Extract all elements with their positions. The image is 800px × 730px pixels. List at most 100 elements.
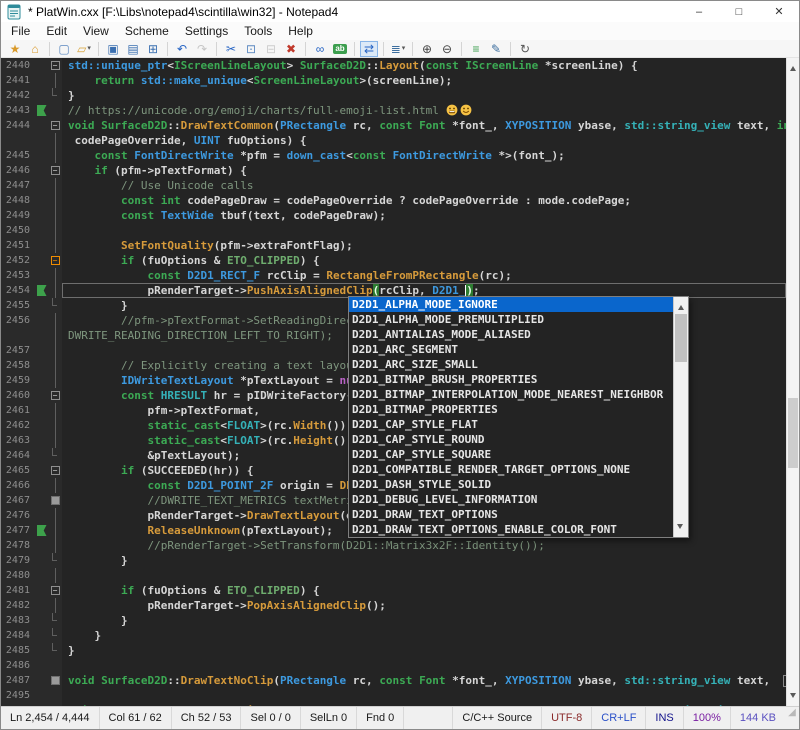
code-line[interactable]: 2485} xyxy=(1,643,786,658)
bookmark-margin[interactable] xyxy=(35,643,48,658)
code-text[interactable]: SetFontQuality(pfm->extraFontFlag); xyxy=(62,238,786,253)
bookmark-margin[interactable] xyxy=(35,313,48,328)
bookmark-menu-icon[interactable]: ≣▾ xyxy=(389,41,407,57)
code-text[interactable]: const FontDirectWrite *pfm = down_cast<c… xyxy=(62,148,786,163)
code-line[interactable]: 2449 const TextWide tbuf(text, codePageD… xyxy=(1,208,786,223)
line-number[interactable]: 2457 xyxy=(1,343,35,358)
autocomplete-item[interactable]: D2D1_BITMAP_BRUSH_PROPERTIES xyxy=(349,372,673,387)
autocomplete-item[interactable]: D2D1_CAP_STYLE_ROUND xyxy=(349,432,673,447)
bookmark-icon[interactable] xyxy=(37,525,47,536)
bookmark-margin[interactable] xyxy=(35,403,48,418)
bookmark-margin[interactable] xyxy=(35,373,48,388)
fold-collapse-icon[interactable]: − xyxy=(51,166,60,175)
bookmark-margin[interactable] xyxy=(35,328,48,343)
code-line[interactable]: 2496void SurfaceD2D::DrawTextClipped(PRe… xyxy=(1,703,786,706)
bookmark-margin[interactable] xyxy=(35,598,48,613)
fold-margin[interactable] xyxy=(48,238,62,253)
zoom-out-icon[interactable]: ⊖ xyxy=(438,41,456,57)
fold-margin[interactable] xyxy=(48,148,62,163)
line-number[interactable]: 2467 xyxy=(1,493,35,508)
line-number[interactable]: 2445 xyxy=(1,148,35,163)
line-number[interactable]: 2447 xyxy=(1,178,35,193)
bookmark-margin[interactable] xyxy=(35,148,48,163)
autocomplete-item[interactable]: D2D1_ARC_SEGMENT xyxy=(349,342,673,357)
line-number[interactable]: 2451 xyxy=(1,238,35,253)
line-number[interactable] xyxy=(1,133,35,148)
line-number[interactable]: 2460 xyxy=(1,388,35,403)
menu-file[interactable]: File xyxy=(3,22,38,40)
fold-margin[interactable] xyxy=(48,358,62,373)
bookmark-margin[interactable] xyxy=(35,553,48,568)
line-number[interactable]: 2487 xyxy=(1,673,35,688)
editor-pane[interactable]: 2440−std::unique_ptr<IScreenLineLayout> … xyxy=(1,58,799,706)
bookmark-margin[interactable] xyxy=(35,418,48,433)
bookmark-margin[interactable] xyxy=(35,583,48,598)
bookmark-margin[interactable] xyxy=(35,193,48,208)
fold-margin[interactable] xyxy=(48,103,62,118)
fold-margin[interactable] xyxy=(48,508,62,523)
fold-collapse-icon[interactable]: − xyxy=(51,121,60,130)
fold-collapse-icon[interactable]: − xyxy=(51,391,60,400)
status-selected-lines[interactable]: SelLn 0 xyxy=(301,707,357,729)
code-text[interactable]: } xyxy=(62,88,786,103)
autocomplete-item[interactable]: D2D1_ALPHA_MODE_IGNORE xyxy=(349,297,673,312)
autocomplete-item[interactable]: D2D1_DRAW_TEXT_OPTIONS_ENABLE_COLOR_FONT xyxy=(349,522,673,537)
status-find-count[interactable]: Fnd 0 xyxy=(357,707,404,729)
status-line-position[interactable]: Ln 2,454 / 4,444 xyxy=(1,707,100,729)
bookmark-margin[interactable] xyxy=(35,208,48,223)
fold-collapse-icon[interactable]: − xyxy=(51,466,60,475)
code-text[interactable]: const int codePageDraw = codePageOverrid… xyxy=(62,193,786,208)
fold-margin[interactable] xyxy=(48,613,62,628)
line-number[interactable]: 2485 xyxy=(1,643,35,658)
line-number[interactable]: 2458 xyxy=(1,358,35,373)
line-number[interactable]: 2476 xyxy=(1,508,35,523)
code-line[interactable]: 2451 SetFontQuality(pfm->extraFontFlag); xyxy=(1,238,786,253)
fold-margin[interactable]: − xyxy=(48,58,62,73)
line-number[interactable]: 2450 xyxy=(1,223,35,238)
undo-icon[interactable]: ↶ xyxy=(173,41,191,57)
bookmark-margin[interactable] xyxy=(35,298,48,313)
code-line[interactable]: 2453 const D2D1_RECT_F rcClip = Rectangl… xyxy=(1,268,786,283)
fold-margin[interactable] xyxy=(48,178,62,193)
line-number[interactable]: 2440 xyxy=(1,58,35,73)
line-number[interactable]: 2464 xyxy=(1,448,35,463)
autocomplete-scroll-up-icon[interactable] xyxy=(678,302,684,310)
delete-icon[interactable]: ✖ xyxy=(282,41,300,57)
code-text[interactable]: if (fuOptions & ETO_CLIPPED) { xyxy=(62,253,786,268)
minimize-button[interactable]: – xyxy=(679,1,719,22)
chevron-down-icon[interactable]: ▾ xyxy=(402,41,406,57)
line-number[interactable]: 2452 xyxy=(1,253,35,268)
bookmark-margin[interactable] xyxy=(35,463,48,478)
fold-margin[interactable] xyxy=(48,223,62,238)
browse-folder-icon[interactable]: ⌂ xyxy=(26,41,44,57)
line-number[interactable]: 2446 xyxy=(1,163,35,178)
bookmark-margin[interactable] xyxy=(35,358,48,373)
line-number[interactable]: 2453 xyxy=(1,268,35,283)
line-number[interactable]: 2454 xyxy=(1,283,35,298)
code-text[interactable]: const D2D1_RECT_F rcClip = RectangleFrom… xyxy=(62,268,786,283)
copy-icon[interactable]: ⊡ xyxy=(242,41,260,57)
zoom-in-icon[interactable]: ⊕ xyxy=(418,41,436,57)
line-number[interactable]: 2443 xyxy=(1,103,35,118)
line-number[interactable]: 2463 xyxy=(1,433,35,448)
bookmark-margin[interactable] xyxy=(35,163,48,178)
fold-margin[interactable] xyxy=(48,688,62,703)
code-line[interactable]: 2442} xyxy=(1,88,786,103)
code-line[interactable]: 2441 return std::make_unique<ScreenLineL… xyxy=(1,73,786,88)
fold-margin[interactable]: − xyxy=(48,253,62,268)
fold-margin[interactable] xyxy=(48,568,62,583)
fold-margin[interactable] xyxy=(48,88,62,103)
bookmark-margin[interactable] xyxy=(35,523,48,538)
maximize-button[interactable]: □ xyxy=(719,1,759,22)
code-line[interactable]: 2440−std::unique_ptr<IScreenLineLayout> … xyxy=(1,58,786,73)
line-number[interactable]: 2484 xyxy=(1,628,35,643)
status-character-position[interactable]: Ch 52 / 53 xyxy=(172,707,242,729)
fold-margin[interactable] xyxy=(48,448,62,463)
bookmark-margin[interactable] xyxy=(35,283,48,298)
fold-margin[interactable] xyxy=(48,553,62,568)
open-file-icon[interactable]: ▱▾ xyxy=(75,41,93,57)
bookmark-margin[interactable] xyxy=(35,268,48,283)
line-number[interactable]: 2455 xyxy=(1,298,35,313)
code-line[interactable]: 2482 pRenderTarget->PopAxisAlignedClip()… xyxy=(1,598,786,613)
code-line[interactable]: 2445 const FontDirectWrite *pfm = down_c… xyxy=(1,148,786,163)
